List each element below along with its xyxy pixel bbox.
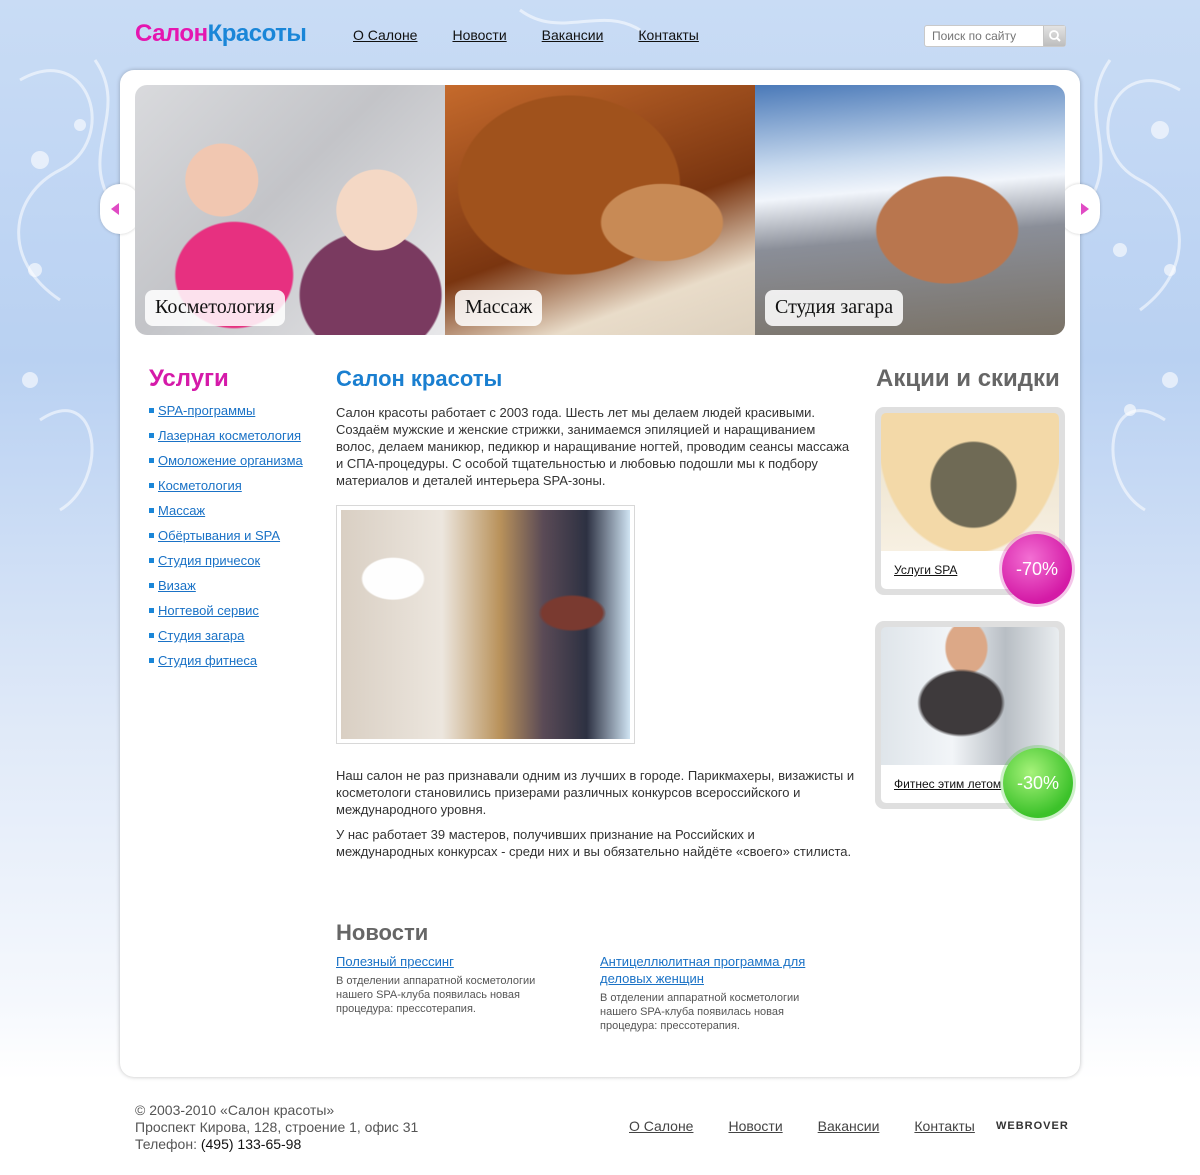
- list-item: Визаж: [148, 577, 303, 594]
- services-title: Услуги: [149, 365, 229, 392]
- masters-paragraph: У нас работает 39 мастеров, получивших п…: [336, 827, 852, 859]
- service-link[interactable]: Студия загара: [158, 627, 244, 644]
- nav-link-about[interactable]: О Салоне: [353, 27, 417, 43]
- promos-title: Акции и скидки: [876, 365, 1060, 392]
- service-link[interactable]: Студия причесок: [158, 552, 260, 569]
- nav-link-contacts[interactable]: Контакты: [638, 27, 698, 43]
- intro-paragraph: Салон красоты работает с 2003 года. Шест…: [336, 405, 850, 488]
- bullet-icon: [149, 583, 154, 588]
- news-text: В отделении аппаратной косметологии наше…: [600, 992, 800, 1032]
- bullet-icon: [149, 433, 154, 438]
- list-item: Лазерная косметология: [148, 427, 303, 444]
- slide-label: Косметология: [145, 290, 285, 326]
- list-item: SPA-программы: [148, 402, 303, 419]
- slide-label: Студия загара: [765, 290, 904, 326]
- footer-nav: О Салоне Новости Вакансии Контакты: [629, 1118, 1010, 1134]
- nav-link-jobs[interactable]: Вакансии: [542, 27, 604, 43]
- phone-label: Телефон:: [135, 1136, 197, 1152]
- list-item: Косметология: [148, 477, 303, 494]
- top-nav: О Салоне Новости Вакансии Контакты: [353, 27, 734, 43]
- search-input[interactable]: [925, 26, 1043, 46]
- search-icon: [1049, 30, 1061, 42]
- bullet-icon: [149, 408, 154, 413]
- bullet-icon: [149, 533, 154, 538]
- logo-part1: Салон: [135, 20, 208, 47]
- copyright: © 2003-2010 «Салон красоты»: [135, 1102, 335, 1118]
- slide-label: Массаж: [455, 290, 543, 326]
- list-item: Ногтевой сервис: [148, 602, 303, 619]
- nav-link-news[interactable]: Новости: [452, 27, 506, 43]
- news-text: В отделении аппаратной косметологии наше…: [336, 975, 536, 1015]
- slide-tanning[interactable]: Студия загара: [755, 85, 1065, 335]
- service-link[interactable]: Омоложение организма: [158, 452, 303, 469]
- footer-link-contacts[interactable]: Контакты: [914, 1118, 974, 1134]
- discount-badge: -70%: [1002, 534, 1072, 604]
- news-link[interactable]: Полезный прессинг: [336, 953, 561, 970]
- footer-link-about[interactable]: О Салоне: [629, 1118, 693, 1134]
- service-link[interactable]: Обёртывания и SPA: [158, 527, 280, 544]
- arrow-right-icon: [1081, 203, 1089, 215]
- developer-credit[interactable]: WEBROVER: [996, 1120, 1069, 1132]
- footer-link-news[interactable]: Новости: [728, 1118, 782, 1134]
- service-link[interactable]: Визаж: [158, 577, 196, 594]
- bullet-icon: [149, 483, 154, 488]
- slider-next-button[interactable]: [1060, 184, 1100, 234]
- bullet-icon: [149, 608, 154, 613]
- search-button[interactable]: [1043, 26, 1065, 46]
- service-link[interactable]: SPA-программы: [158, 402, 255, 419]
- list-item: Обёртывания и SPA: [148, 527, 303, 544]
- hero-slider: Косметология Массаж Студия загара: [135, 85, 1065, 335]
- bullet-icon: [149, 508, 154, 513]
- service-link[interactable]: Лазерная косметология: [158, 427, 301, 444]
- promo-image: [881, 627, 1059, 765]
- logo[interactable]: СалонКрасоты: [135, 20, 307, 48]
- bullet-icon: [149, 658, 154, 663]
- news-item: Полезный прессинг В отделении аппаратной…: [336, 953, 561, 1016]
- arrow-left-icon: [111, 203, 119, 215]
- phone-number: (495) 133-65-98: [200, 1136, 302, 1152]
- footer-link-jobs[interactable]: Вакансии: [818, 1118, 880, 1134]
- footer-info: © 2003-2010 «Салон красоты» Проспект Кир…: [135, 1102, 418, 1153]
- page-title: Салон красоты: [336, 366, 503, 391]
- salon-interior-photo: [336, 505, 635, 744]
- news-title: Новости: [336, 920, 429, 945]
- promo-link[interactable]: Фитнес этим летом: [894, 777, 1001, 791]
- list-item: Студия фитнеса: [148, 652, 303, 669]
- logo-part2: Красоты: [207, 20, 307, 47]
- bullet-icon: [149, 458, 154, 463]
- service-link[interactable]: Студия фитнеса: [158, 652, 257, 669]
- promo-image: [881, 413, 1059, 551]
- news-item: Антицеллюлитная программа для деловых же…: [600, 953, 825, 1033]
- list-item: Студия причесок: [148, 552, 303, 569]
- list-item: Студия загара: [148, 627, 303, 644]
- services-list: SPA-программы Лазерная косметология Омол…: [148, 402, 303, 677]
- discount-badge: -30%: [1003, 748, 1073, 818]
- awards-paragraph: Наш салон не раз признавали одним из луч…: [336, 768, 855, 817]
- address: Проспект Кирова, 128, строение 1, офис 3…: [135, 1119, 419, 1135]
- service-link[interactable]: Массаж: [158, 502, 205, 519]
- slider-prev-button[interactable]: [100, 184, 140, 234]
- photo-image: [341, 510, 630, 739]
- phone-row: Телефон: (495) 133-65-98: [135, 1136, 418, 1153]
- bullet-icon: [149, 558, 154, 563]
- slide-cosmetology[interactable]: Косметология: [135, 85, 445, 335]
- slide-massage[interactable]: Массаж: [445, 85, 755, 335]
- list-item: Омоложение организма: [148, 452, 303, 469]
- service-link[interactable]: Ногтевой сервис: [158, 602, 259, 619]
- news-link[interactable]: Антицеллюлитная программа для деловых же…: [600, 953, 825, 987]
- promo-link[interactable]: Услуги SPA: [894, 563, 957, 577]
- bullet-icon: [149, 633, 154, 638]
- service-link[interactable]: Косметология: [158, 477, 242, 494]
- search-box: [924, 25, 1066, 47]
- list-item: Массаж: [148, 502, 303, 519]
